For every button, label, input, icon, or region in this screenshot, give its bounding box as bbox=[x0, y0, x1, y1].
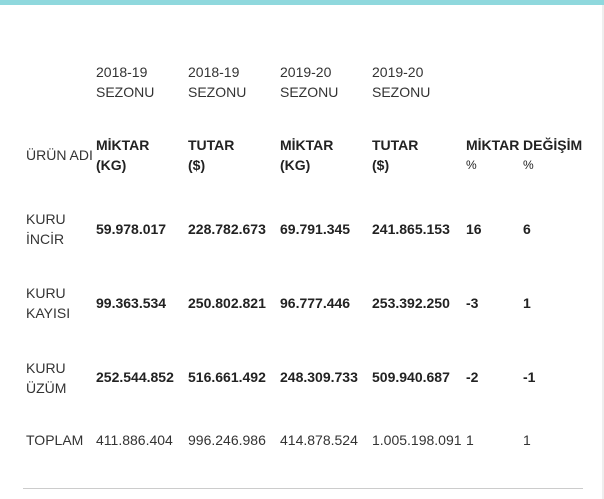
cell-amount-2018: 250.802.821 bbox=[188, 295, 266, 311]
cell-amount-2019: 241.865.153 bbox=[372, 221, 450, 237]
column-header-change: DEĞİŞİM % bbox=[523, 135, 582, 175]
product-name-line: KURU bbox=[26, 211, 66, 227]
cell-qty-2018: 252.544.852 bbox=[96, 369, 174, 385]
total-qty-2019: 414.878.524 bbox=[280, 432, 358, 448]
cell-amount-2019: 509.940.687 bbox=[372, 369, 450, 385]
total-amount-2018: 996.246.986 bbox=[188, 432, 266, 448]
cell-qty-2019: 69.791.345 bbox=[280, 221, 351, 237]
total-qty-2018: 411.886.404 bbox=[96, 432, 173, 448]
cell-qty-2018: 99.363.534 bbox=[96, 295, 167, 311]
cell-amount-2018: 516.661.492 bbox=[188, 369, 266, 385]
season-label: SEZONU bbox=[96, 84, 155, 100]
cell-qty-change: -2 bbox=[466, 369, 479, 385]
season-label: SEZONU bbox=[280, 84, 339, 100]
product-name-line: İNCİR bbox=[26, 231, 65, 247]
product-name-line: KAYISI bbox=[26, 305, 71, 321]
total-amount-2019: 1.005.198.091 bbox=[372, 432, 462, 448]
cell-qty-change: -3 bbox=[466, 295, 479, 311]
header-unit: ($) bbox=[372, 157, 390, 173]
row-product-name: KURU ÜZÜM bbox=[26, 358, 66, 398]
column-header-amount-2018: TUTAR ($) bbox=[188, 135, 234, 175]
season-header-4: 2019-20 SEZONU bbox=[372, 62, 430, 102]
column-header-product: ÜRÜN ADI bbox=[26, 147, 93, 163]
header-line: MİKTAR bbox=[466, 137, 520, 153]
season-header-2: 2018-19 SEZONU bbox=[188, 62, 246, 102]
season-year: 2019-20 bbox=[372, 64, 424, 80]
season-year: 2018-19 bbox=[96, 64, 148, 80]
column-header-qty-2019: MİKTAR (KG) bbox=[280, 135, 333, 175]
header-line: DEĞİŞİM bbox=[523, 137, 583, 153]
header-line: TUTAR bbox=[372, 137, 419, 153]
cell-amount-2018: 228.782.673 bbox=[188, 221, 266, 237]
cell-change: 6 bbox=[523, 221, 531, 237]
header-unit: (KG) bbox=[280, 157, 311, 173]
column-header-qty-2018: MİKTAR (KG) bbox=[96, 135, 149, 175]
column-header-amount-2019: TUTAR ($) bbox=[372, 135, 418, 175]
column-header-qty-change: MİKTAR % bbox=[466, 135, 519, 175]
season-label: SEZONU bbox=[372, 84, 431, 100]
season-header-1: 2018-19 SEZONU bbox=[96, 62, 154, 102]
product-name-line: KURU bbox=[26, 285, 66, 301]
cell-qty-2019: 248.309.733 bbox=[280, 369, 358, 385]
cell-amount-2019: 253.392.250 bbox=[372, 295, 450, 311]
header-line: MİKTAR bbox=[280, 137, 334, 153]
header-line: TUTAR bbox=[188, 137, 235, 153]
table-bottom-divider bbox=[23, 488, 583, 489]
row-product-name: KURU İNCİR bbox=[26, 209, 66, 249]
header-unit: % bbox=[466, 158, 477, 172]
product-name-line: ÜZÜM bbox=[26, 380, 67, 396]
season-header-3: 2019-20 SEZONU bbox=[280, 62, 338, 102]
top-accent-bar bbox=[0, 0, 604, 5]
season-year: 2019-20 bbox=[280, 64, 332, 80]
cell-change: 1 bbox=[523, 295, 531, 311]
product-name-line: KURU bbox=[26, 360, 66, 376]
cell-qty-2019: 96.777.446 bbox=[280, 295, 351, 311]
cell-qty-change: 16 bbox=[466, 221, 482, 237]
cell-change: -1 bbox=[523, 369, 536, 385]
total-change: 1 bbox=[523, 432, 531, 448]
season-label: SEZONU bbox=[188, 84, 247, 100]
header-unit: ($) bbox=[188, 157, 206, 173]
total-qty-change: 1 bbox=[466, 432, 474, 448]
header-line: MİKTAR bbox=[96, 137, 150, 153]
cell-qty-2018: 59.978.017 bbox=[96, 221, 167, 237]
header-unit: (KG) bbox=[96, 157, 127, 173]
row-product-name: KURU KAYISI bbox=[26, 283, 70, 323]
season-year: 2018-19 bbox=[188, 64, 240, 80]
total-label: TOPLAM bbox=[26, 432, 84, 448]
header-unit: % bbox=[523, 158, 534, 172]
